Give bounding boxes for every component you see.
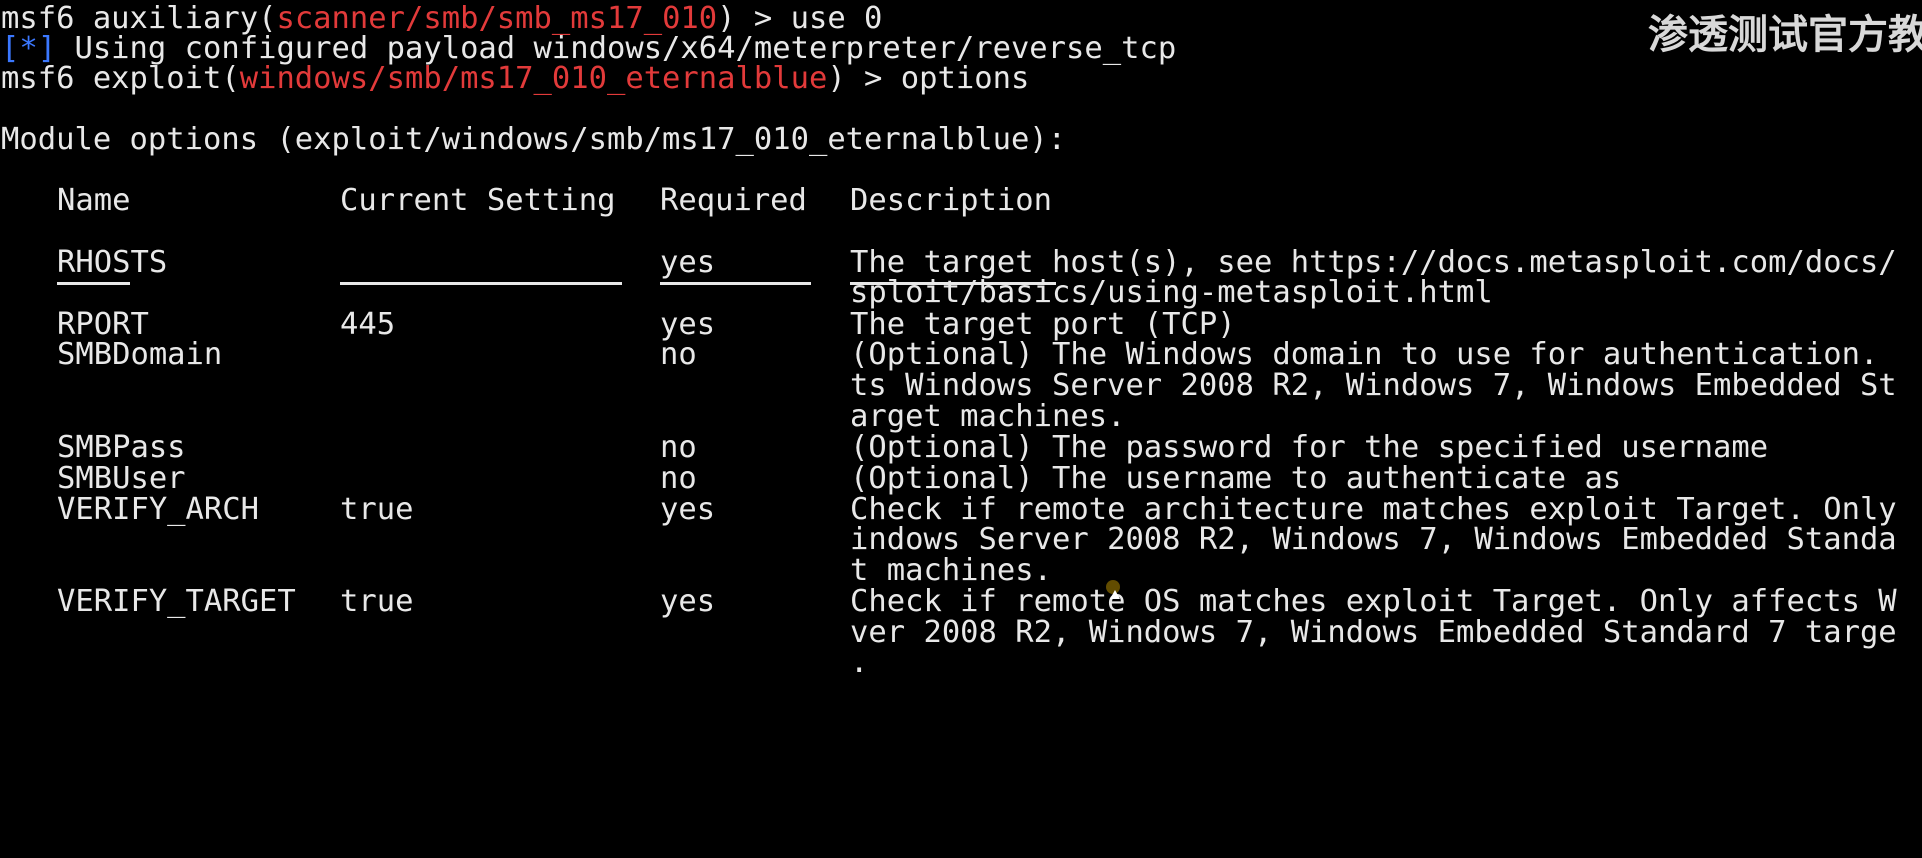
option-description-line: ver 2008 R2, Windows 7, Windows Embedded… (850, 615, 1897, 650)
module-name-exploit: windows/smb/ms17_010_eternalblue (239, 61, 828, 96)
option-current-setting: 445 (340, 307, 396, 342)
option-required: yes (660, 492, 716, 527)
option-name: SMBDomain (57, 337, 223, 372)
prompt-prefix: msf6 exploit( (1, 61, 240, 96)
header-underline-name (57, 282, 130, 285)
header-required: Required (660, 183, 807, 218)
option-required: yes (660, 584, 716, 619)
header-description: Description (850, 183, 1052, 218)
terminal-window[interactable]: 渗透测试官方教 msf6 auxiliary(scanner/smb/smb_m… (0, 0, 1922, 858)
command-line-options: msf6 exploit(windows/smb/ms17_010_eterna… (1, 60, 1922, 98)
mouse-cursor-icon (1110, 590, 1120, 599)
prompt-command: ) > options (827, 61, 1030, 96)
option-current-setting: true (340, 584, 414, 619)
header-name: Name (57, 183, 131, 218)
header-current-setting: Current Setting (340, 183, 616, 218)
option-name: RHOSTS (57, 245, 168, 280)
option-required: no (660, 337, 697, 372)
option-name: VERIFY_ARCH (57, 492, 259, 527)
option-current-setting: true (340, 492, 414, 527)
module-options-heading: Module options (exploit/windows/smb/ms17… (1, 122, 1067, 157)
option-required: yes (660, 245, 716, 280)
option-name: VERIFY_TARGET (57, 584, 296, 619)
header-underline-current (340, 282, 622, 285)
header-underline-required (660, 282, 811, 285)
option-description-line: . (850, 645, 869, 680)
